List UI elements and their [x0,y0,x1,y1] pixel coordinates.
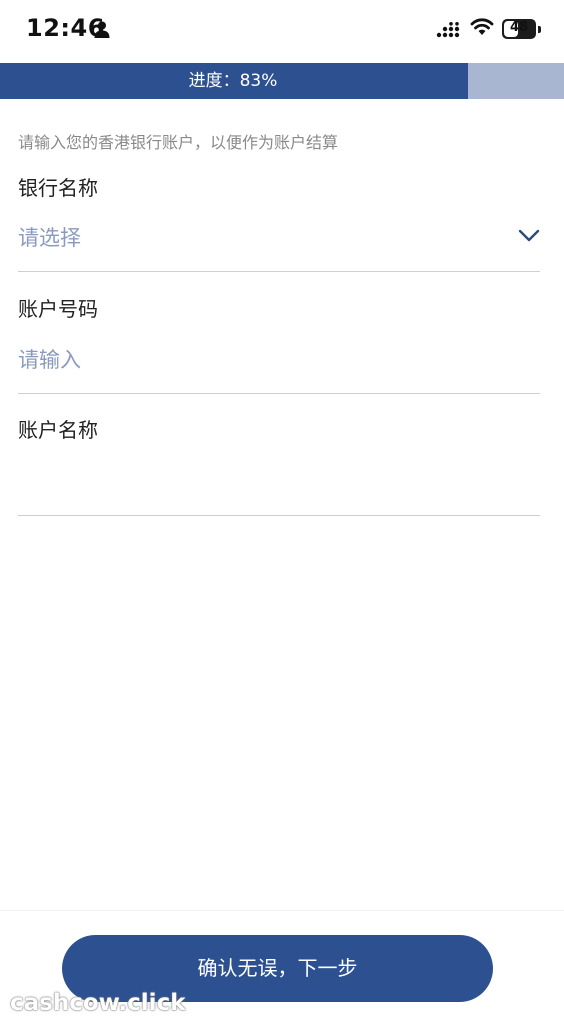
chevron-down-icon[interactable] [518,228,540,247]
bank-name-field[interactable]: 银行名称 请选择 [18,172,540,272]
battery-icon: 48 [502,19,536,39]
progress-bar: 进度：83% [0,63,564,99]
status-bar: 12:46 48 [0,0,564,62]
signal-icon [436,22,462,42]
person-icon [94,21,110,42]
battery-level: 48 [509,20,529,35]
account-name-label: 账户名称 [18,418,98,442]
watermark-text: cashcow.click [10,990,186,1016]
account-number-label: 账户号码 [18,297,98,321]
account-number-input[interactable]: 请输入 [18,344,81,374]
instruction-hint: 请输入您的香港银行账户，以便作为账户结算 [18,133,339,152]
bank-name-select[interactable]: 请选择 [18,222,81,252]
bank-name-label: 银行名称 [18,176,98,200]
account-number-field[interactable]: 账户号码 请输入 [18,293,540,394]
progress-label: 进度：83% [188,71,278,91]
battery-nub [538,26,541,33]
footer-divider [0,910,564,911]
wifi-icon [470,18,494,40]
account-name-field[interactable]: 账户名称 [18,414,540,516]
